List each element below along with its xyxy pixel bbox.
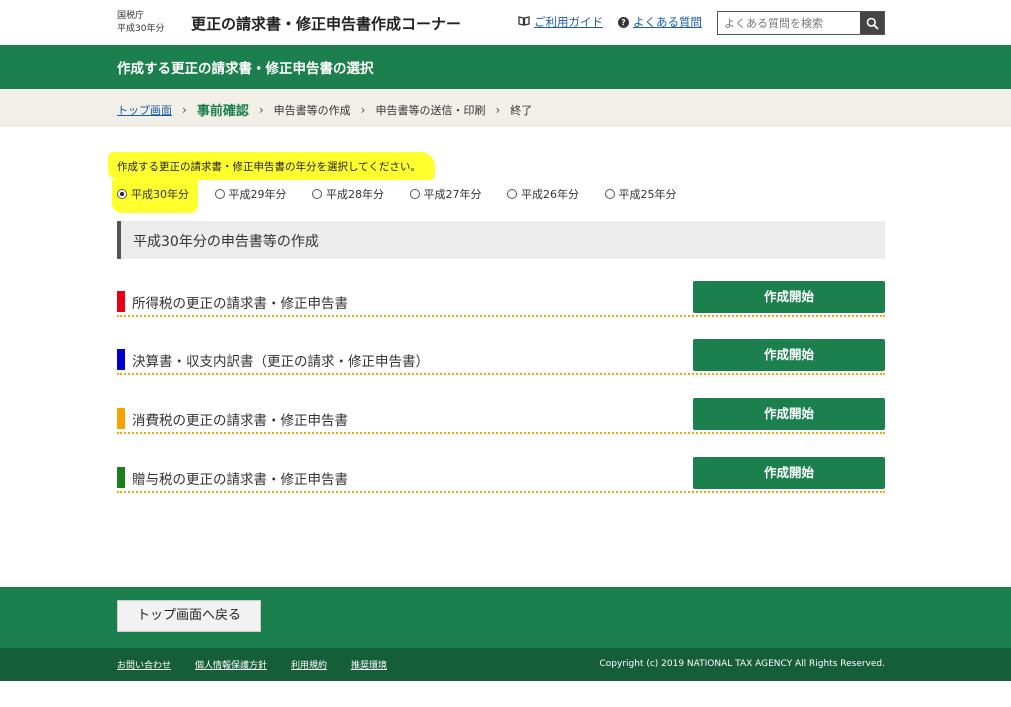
footer-link-environment[interactable]: 推奨環境 [351,658,387,671]
year-radio-label[interactable]: 平成29年分 [229,186,287,202]
footer-bottom: お問い合わせ 個人情報保護方針 利用規約 推奨環境 Copyright (c) … [0,648,1011,681]
radio-selected-icon[interactable] [117,189,127,199]
app-title: 更正の請求書・修正申告書作成コーナー [191,15,462,33]
footer-link-privacy[interactable]: 個人情報保護方針 [195,658,267,671]
year-radio-h29[interactable]: 平成29年分 [214,186,313,202]
year-radio-label[interactable]: 平成27年分 [424,186,482,202]
copyright: Copyright (c) 2019 NATIONAL TAX AGENCY A… [599,659,886,669]
radio-icon[interactable] [312,189,322,199]
radio-icon[interactable] [214,189,225,199]
chevron-right-icon: › [360,102,366,117]
step-finish: 終了 [510,103,533,117]
year-radio-h30[interactable]: 平成30年分 [117,186,215,202]
color-marker [117,408,125,429]
year-radio-label[interactable]: 平成30年分 [131,186,189,202]
step-current: 事前確認 [196,104,249,119]
form-row-financial-statement: 決算書・収支内訳書（更正の請求・修正申告書） 作成開始 [117,339,885,375]
breadcrumb: トップ画面 › 事前確認 › 申告書等の作成 › 申告書等の送信・印刷 › 終了 [0,89,1011,127]
book-icon [518,15,530,29]
radio-icon[interactable] [604,189,615,199]
fiscal-year-label: 平成30年分 [117,24,165,34]
form-label: 決算書・収支内訳書（更正の請求・修正申告書） [132,354,429,370]
year-radio-h27[interactable]: 平成27年分 [409,186,508,202]
search-button[interactable] [860,12,884,34]
start-button-gift-tax[interactable]: 作成開始 [693,457,885,489]
guide-link[interactable]: ご利用ガイド [518,14,603,30]
form-label: 贈与税の更正の請求書・修正申告書 [132,472,348,488]
form-label: 所得税の更正の請求書・修正申告書 [132,296,348,312]
form-row-consumption-tax: 消費税の更正の請求書・修正申告書 作成開始 [117,398,885,434]
header: 国税庁 平成30年分 更正の請求書・修正申告書作成コーナー ご利用ガイド ? よ… [0,0,1011,45]
chevron-right-icon: › [495,102,501,117]
start-button-consumption-tax[interactable]: 作成開始 [693,398,885,430]
search-input[interactable] [718,12,860,34]
page-title: 作成する更正の請求書・修正申告書の選択 [117,61,374,77]
color-marker [117,349,125,370]
chevron-right-icon: › [258,102,264,117]
footer-link-contact[interactable]: お問い合わせ [117,658,171,671]
form-row-gift-tax: 贈与税の更正の請求書・修正申告書 作成開始 [117,457,885,493]
section-header: 平成30年分の申告書等の作成 [117,221,885,259]
faq-link[interactable]: ? よくある質問 [618,14,702,30]
footer: トップ画面へ戻る [0,587,1011,648]
radio-icon[interactable] [507,189,517,199]
form-row-income-tax: 所得税の更正の請求書・修正申告書 作成開始 [117,281,885,317]
step-top[interactable]: トップ画面 [117,102,172,118]
back-to-top-button[interactable]: トップ画面へ戻る [117,600,261,632]
start-button-financial-statement[interactable]: 作成開始 [693,339,885,371]
chevron-right-icon: › [182,102,187,117]
year-radio-h28[interactable]: 平成28年分 [312,186,410,202]
search-icon [866,17,879,30]
agency-name: 国税庁 [117,11,145,21]
agency-label: 国税庁 平成30年分 [117,10,164,36]
form-label: 消費税の更正の請求書・修正申告書 [132,413,348,429]
step-send-print: 申告書等の送信・印刷 [375,103,486,117]
start-button-income-tax[interactable]: 作成開始 [693,281,885,313]
guide-link-label[interactable]: ご利用ガイド [534,14,603,30]
year-radio-label[interactable]: 平成26年分 [521,186,579,202]
year-instruction: 作成する更正の請求書・修正申告書の年分を選択してください。 [108,152,435,180]
section-title: 平成30年分の申告書等の作成 [133,234,319,250]
year-radio-group: 平成30年分 平成29年分 平成28年分 平成27年分 平成26年分 平成25年… [117,186,702,202]
search-box [717,11,885,35]
year-radio-h25[interactable]: 平成25年分 [604,186,703,202]
year-radio-label[interactable]: 平成28年分 [326,186,384,202]
color-marker [117,291,125,312]
year-radio-h26[interactable]: 平成26年分 [507,186,605,202]
year-radio-label[interactable]: 平成25年分 [619,186,677,202]
radio-icon[interactable] [409,189,420,199]
question-icon: ? [618,16,629,28]
color-marker [117,467,125,488]
page-title-bar: 作成する更正の請求書・修正申告書の選択 [0,45,1011,89]
faq-link-label[interactable]: よくある質問 [633,14,702,30]
footer-link-terms[interactable]: 利用規約 [291,658,327,671]
step-create: 申告書等の作成 [273,103,351,117]
